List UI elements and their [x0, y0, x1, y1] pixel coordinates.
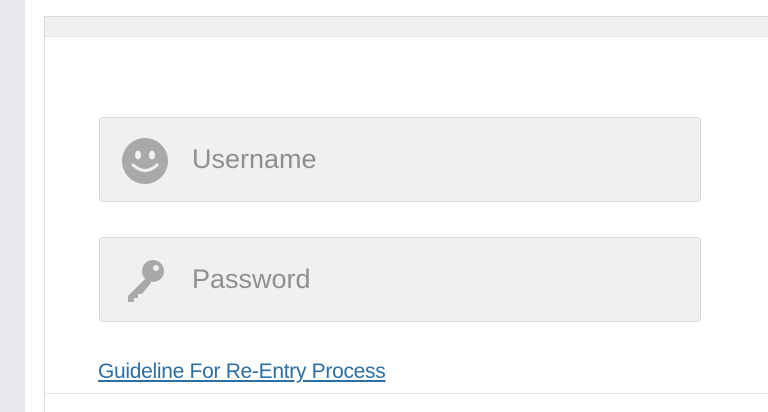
key-icon — [128, 260, 164, 302]
password-field[interactable] — [99, 237, 701, 322]
guideline-re-entry-link[interactable]: Guideline For Re-Entry Process — [98, 360, 386, 384]
panel-header-bar — [45, 17, 768, 37]
username-field[interactable] — [99, 117, 701, 202]
left-sidebar-strip — [0, 0, 25, 412]
login-panel: Guideline For Re-Entry Process — [44, 16, 768, 412]
username-input[interactable] — [192, 118, 682, 201]
left-gap — [25, 0, 44, 412]
divider — [45, 393, 768, 394]
password-input[interactable] — [192, 238, 682, 321]
smiley-user-icon — [122, 138, 168, 184]
